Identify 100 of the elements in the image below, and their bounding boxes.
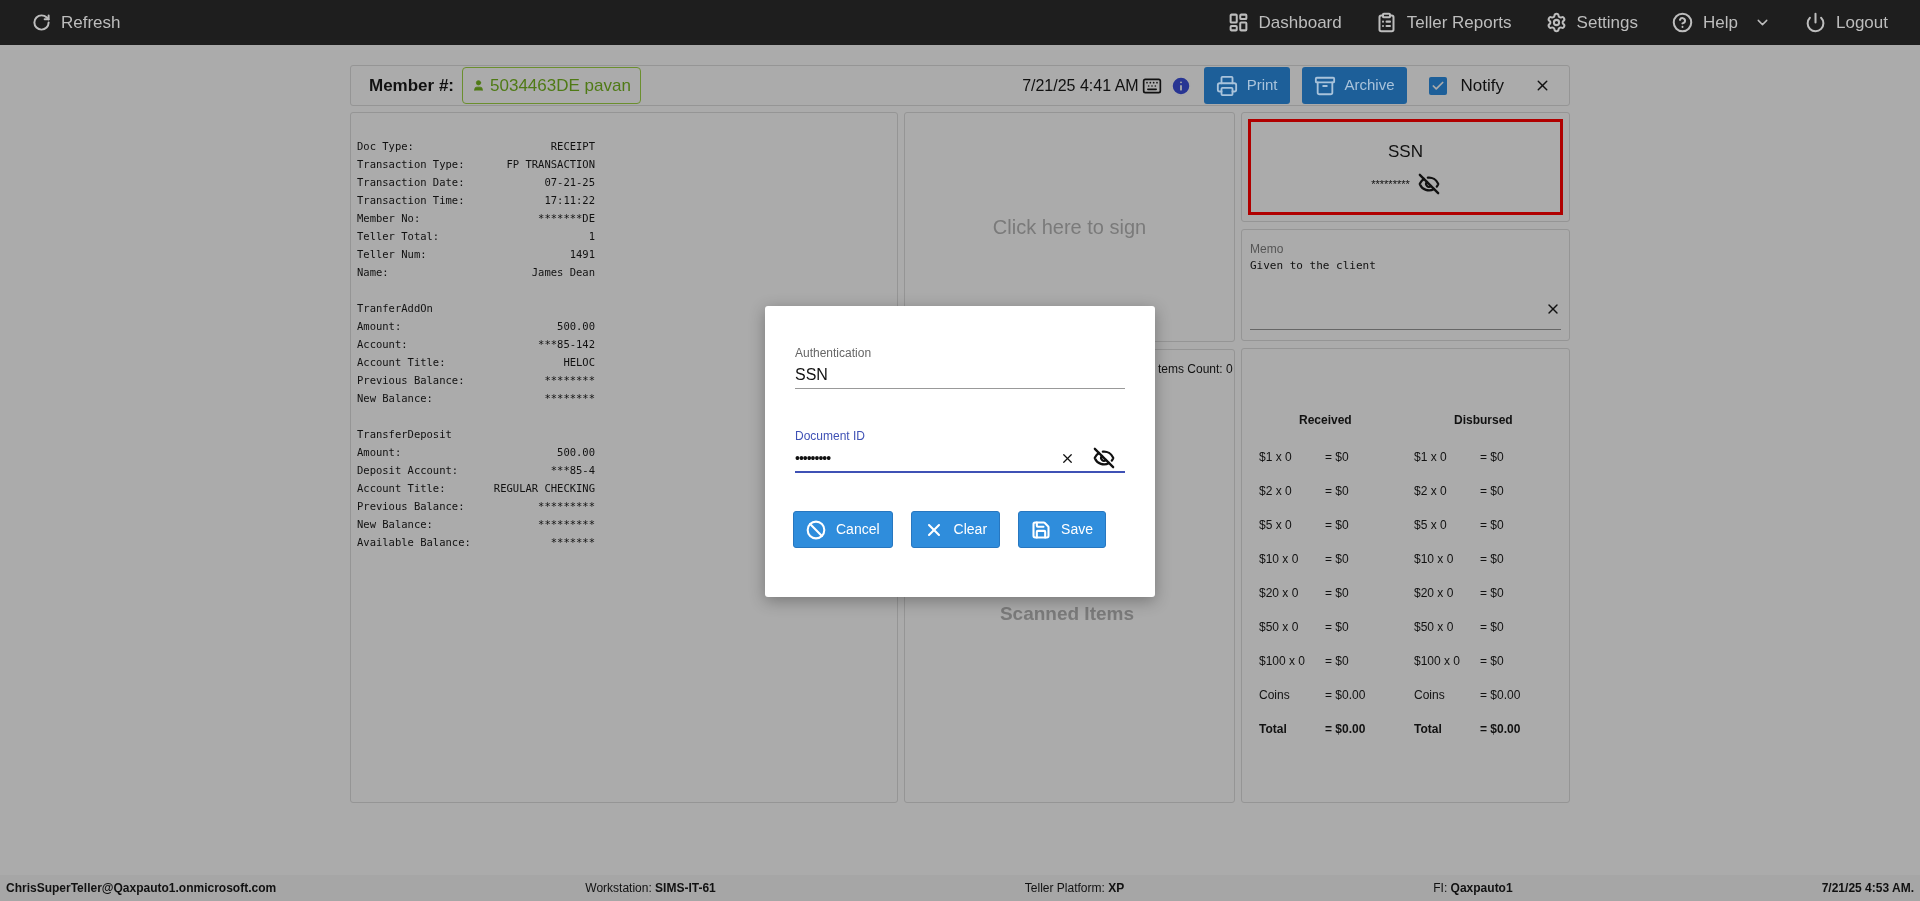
receipt-label: Previous Balance: bbox=[357, 373, 465, 388]
power-icon bbox=[1805, 12, 1826, 33]
info-icon[interactable] bbox=[1169, 74, 1192, 97]
cash-amount: = $0 bbox=[1480, 517, 1504, 534]
status-item: ChrisSuperTeller@Qaxpauto1.onmicrosoft.com bbox=[6, 880, 277, 897]
receipt-value: James Dean bbox=[531, 265, 595, 280]
receipt-label: Available Balance: bbox=[357, 535, 471, 550]
save-icon bbox=[1031, 519, 1052, 540]
receipt-value: *******DE bbox=[538, 211, 595, 226]
notify-checkbox[interactable] bbox=[1428, 76, 1447, 95]
receipt-value: ***85-142 bbox=[538, 337, 595, 352]
receipt-label: Transaction Type: bbox=[357, 157, 465, 172]
receipt-value: REGULAR CHECKING bbox=[493, 481, 595, 496]
cash-amount: = $0 bbox=[1325, 483, 1349, 500]
cash-heading: Received bbox=[1299, 412, 1353, 429]
receipt-label: Account Title: bbox=[357, 481, 446, 496]
receipt-value: ******* bbox=[550, 535, 595, 550]
cash-amount: = $0.00 bbox=[1480, 687, 1521, 704]
receipt-section-title: TransferDeposit bbox=[357, 427, 453, 442]
memo-field[interactable]: Memo Given to the client bbox=[1241, 229, 1570, 341]
receipt-value: 500.00 bbox=[557, 445, 595, 460]
denomination: Coins bbox=[1259, 687, 1291, 704]
receipt-value: FP TRANSACTION bbox=[506, 157, 595, 172]
denomination: $100 x 0 bbox=[1259, 653, 1307, 670]
printer-icon bbox=[1215, 74, 1238, 97]
text-field[interactable]: Authentication SSN bbox=[795, 344, 1125, 389]
receipt-label: Amount: bbox=[357, 319, 402, 334]
user-icon bbox=[472, 79, 486, 92]
help-icon bbox=[1672, 12, 1694, 33]
cash-amount: = $0 bbox=[1325, 585, 1349, 602]
denomination: Total bbox=[1414, 721, 1443, 738]
status-item: Teller Platform: XP bbox=[1024, 880, 1125, 897]
cash-amount: = $0 bbox=[1480, 585, 1504, 602]
receipt-label: Transaction Time: bbox=[357, 193, 465, 208]
nav-link[interactable]: Settings bbox=[1545, 9, 1639, 36]
auth-title: SSN bbox=[1388, 141, 1423, 164]
status-item: FI: Qaxpauto1 bbox=[1433, 880, 1513, 897]
denomination: $5 x 0 bbox=[1259, 517, 1293, 534]
cash-amount: = $0 bbox=[1325, 449, 1349, 466]
clipboard-icon bbox=[1375, 12, 1397, 33]
cash-amount: = $0 bbox=[1480, 619, 1504, 636]
receipt-label: Previous Balance: bbox=[357, 499, 465, 514]
receipt-value: 1 bbox=[588, 229, 595, 244]
denomination: $50 x 0 bbox=[1259, 619, 1300, 636]
notify-label: Notify bbox=[1460, 74, 1504, 97]
field-value: ••••••••• bbox=[795, 448, 832, 468]
cash-amount: = $0.00 bbox=[1325, 687, 1366, 704]
denomination: $5 x 0 bbox=[1414, 517, 1448, 534]
receipt-label: Account: bbox=[357, 337, 408, 352]
receipt-label: Account Title: bbox=[357, 355, 446, 370]
receipt-label: Doc Type: bbox=[357, 139, 414, 154]
field-value: SSN bbox=[795, 365, 829, 385]
eye-off-icon[interactable] bbox=[1417, 172, 1440, 195]
receipt-section-title: TranferAddOn bbox=[357, 301, 434, 316]
denomination: Total bbox=[1259, 721, 1288, 738]
status-item: 7/21/25 4:53 AM. bbox=[1821, 880, 1914, 897]
denomination: $50 x 0 bbox=[1414, 619, 1455, 636]
toolbar-button[interactable]: Archive bbox=[1301, 67, 1407, 104]
text-field[interactable]: Document ID ••••••••• bbox=[795, 427, 1125, 473]
dashboard-icon bbox=[1227, 12, 1249, 33]
dialog-button[interactable]: Save bbox=[1018, 511, 1106, 548]
nav-link[interactable]: Logout bbox=[1805, 9, 1888, 36]
denomination: $1 x 0 bbox=[1414, 449, 1448, 466]
cash-amount: = $0.00 bbox=[1325, 721, 1366, 738]
receipt-value: 07-21-25 bbox=[544, 175, 595, 190]
receipt-value: HELOC bbox=[563, 355, 595, 370]
denomination: $2 x 0 bbox=[1414, 483, 1448, 500]
receipt-label: Transaction Date: bbox=[357, 175, 465, 190]
receipt-label: New Balance: bbox=[357, 517, 433, 532]
items-count: tems Count: 0 bbox=[1158, 361, 1233, 378]
cancel-icon bbox=[806, 519, 826, 540]
cash-heading: Disbursed bbox=[1454, 412, 1514, 429]
nav-link[interactable]: Help bbox=[1672, 9, 1771, 36]
denomination: $100 x 0 bbox=[1414, 653, 1462, 670]
member-label: Member #: bbox=[369, 74, 455, 97]
date-time: 7/21/25 4:41 AM bbox=[1022, 75, 1139, 96]
nav-link[interactable]: Teller Reports bbox=[1375, 9, 1512, 36]
refresh-button[interactable]: Refresh bbox=[32, 9, 121, 36]
denomination: $1 x 0 bbox=[1259, 449, 1293, 466]
receipt-value: 17:11:22 bbox=[544, 193, 595, 208]
cash-amount: = $0.00 bbox=[1480, 721, 1521, 738]
archive-icon bbox=[1313, 74, 1336, 97]
receipt-value: RECEIPT bbox=[550, 139, 595, 154]
receipt-value: ******** bbox=[544, 373, 595, 388]
denomination: $20 x 0 bbox=[1414, 585, 1455, 602]
cash-amount: = $0 bbox=[1325, 653, 1349, 670]
nav-link[interactable]: Dashboard bbox=[1227, 9, 1342, 36]
field-label: Authentication bbox=[795, 345, 873, 362]
memo-label: Memo bbox=[1250, 241, 1285, 258]
toolbar-button[interactable]: Print bbox=[1203, 67, 1290, 104]
receipt-label: Name: bbox=[357, 265, 389, 280]
eye-off-icon[interactable] bbox=[1093, 447, 1115, 469]
dialog-button[interactable]: Clear bbox=[910, 511, 1001, 548]
denomination: $2 x 0 bbox=[1259, 483, 1293, 500]
denomination: $20 x 0 bbox=[1259, 585, 1300, 602]
receipt-value: ***85-4 bbox=[550, 463, 595, 478]
receipt-label: Deposit Account: bbox=[357, 463, 459, 478]
memo-text: Given to the client bbox=[1250, 258, 1377, 274]
dialog-button[interactable]: Cancel bbox=[793, 511, 893, 548]
denomination: $10 x 0 bbox=[1414, 551, 1455, 568]
